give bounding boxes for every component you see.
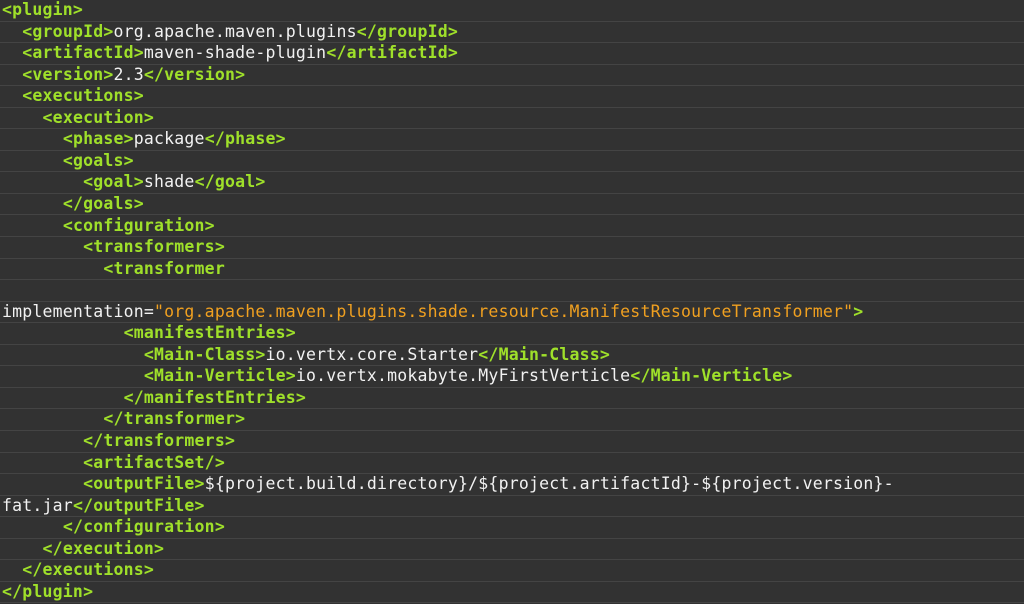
code-token-tag: </artifactId>: [326, 43, 459, 63]
code-token-tag: <transformers>: [83, 237, 225, 257]
code-line: </execution>: [0, 539, 1024, 561]
code-token-tag: </phase>: [204, 129, 286, 149]
code-token-text: io.vertx.core.Starter: [265, 344, 479, 364]
code-token-str: "org.apache.maven.plugins.shade.resource…: [154, 301, 854, 321]
code-line: <execution>: [0, 108, 1024, 130]
code-token-tag: <groupId>: [22, 21, 114, 41]
code-token-tag: <phase>: [62, 129, 134, 149]
code-token-tag: <goal>: [83, 172, 144, 192]
code-token-tag: <Main-Class>: [143, 344, 266, 364]
code-line: <configuration>: [0, 216, 1024, 238]
code-line: <groupId>org.apache.maven.plugins</group…: [0, 22, 1024, 44]
code-line: </transformer>: [0, 409, 1024, 431]
code-token-tag: <executions>: [22, 86, 144, 106]
code-view: <plugin> <groupId>org.apache.maven.plugi…: [0, 0, 1024, 604]
code-line: <artifactId>maven-shade-plugin</artifact…: [0, 43, 1024, 65]
code-line: <goals>: [0, 151, 1024, 173]
code-line: </goals>: [0, 194, 1024, 216]
code-token-tag: </transformer>: [103, 409, 246, 429]
code-token-tag: </goal>: [194, 172, 266, 192]
code-token-tag: </Main-Class>: [478, 344, 611, 364]
code-token-tag: <manifestEntries>: [123, 323, 296, 343]
code-line: <plugin>: [0, 0, 1024, 22]
code-line: <transformer: [0, 259, 1024, 281]
code-token-text: ${project.build.directory}/${project.art…: [204, 474, 894, 494]
code-token-tag: <Main-Verticle>: [143, 366, 296, 386]
code-line: fat.jar</outputFile>: [0, 496, 1024, 518]
code-token-tag: <goals>: [62, 150, 134, 170]
code-token-text: package: [133, 129, 205, 149]
code-token-tag: </executions>: [22, 560, 155, 580]
code-token-text: 2.3: [113, 64, 144, 84]
code-line: </plugin>: [0, 582, 1024, 604]
code-token-tag: </version>: [143, 64, 246, 84]
code-line: <manifestEntries>: [0, 323, 1024, 345]
code-token-tag: <version>: [22, 64, 114, 84]
code-line: <goal>shade</goal>: [0, 172, 1024, 194]
code-token-text: maven-shade-plugin: [143, 43, 327, 63]
code-token-text: io.vertx.mokabyte.MyFirstVerticle: [295, 366, 631, 386]
code-token-tag: <artifactId>: [22, 43, 144, 63]
code-line: <outputFile>${project.build.directory}/$…: [0, 474, 1024, 496]
code-line: <version>2.3</version>: [0, 65, 1024, 87]
code-token-tag: </configuration>: [62, 517, 225, 537]
code-line: </manifestEntries>: [0, 388, 1024, 410]
code-token-tag: </execution>: [42, 538, 165, 558]
code-line: <Main-Class>io.vertx.core.Starter</Main-…: [0, 345, 1024, 367]
code-line: <executions>: [0, 86, 1024, 108]
code-token-tag: <plugin>: [2, 0, 84, 19]
code-token-tag: <outputFile>: [83, 474, 205, 494]
code-line: implementation="org.apache.maven.plugins…: [0, 302, 1024, 324]
code-token-tag: </transformers>: [83, 431, 236, 450]
code-line: <transformers>: [0, 237, 1024, 259]
code-token-attr: implementation=: [2, 301, 155, 321]
code-token-text: org.apache.maven.plugins: [113, 21, 357, 41]
code-token-tag: <artifactSet/>: [83, 452, 225, 472]
code-line: </configuration>: [0, 517, 1024, 539]
code-token-tag: </groupId>: [356, 21, 459, 41]
code-line: </executions>: [0, 560, 1024, 582]
code-token-tag: >: [853, 301, 864, 321]
code-token-tag: <execution>: [42, 107, 155, 127]
code-token-text: shade: [143, 172, 195, 192]
code-line: <phase>package</phase>: [0, 129, 1024, 151]
code-line: <artifactSet/>: [0, 453, 1024, 475]
code-token-tag: </goals>: [62, 193, 144, 213]
code-token-tag: </Main-Verticle>: [630, 366, 793, 386]
code-token-tag: </manifestEntries>: [123, 387, 307, 407]
code-token-text: fat.jar: [2, 495, 73, 515]
code-token-tag: <configuration>: [62, 215, 215, 235]
code-token-tag: <transformer: [103, 258, 225, 278]
code-token-tag: </plugin>: [2, 581, 94, 601]
code-line: </transformers>: [0, 431, 1024, 453]
code-token-tag: </outputFile>: [72, 495, 205, 515]
code-line: [0, 280, 1024, 302]
code-line: <Main-Verticle>io.vertx.mokabyte.MyFirst…: [0, 366, 1024, 388]
